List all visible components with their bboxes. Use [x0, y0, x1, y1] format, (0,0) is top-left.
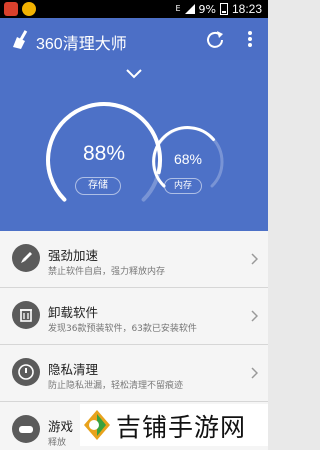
- list-item-subtitle: 防止隐私泄漏，轻松清理不留痕迹: [48, 381, 184, 391]
- list-item-subtitle: 禁止软件自启，强力释放内存: [48, 267, 166, 277]
- list-item-title: 隐私清理: [48, 362, 99, 377]
- notification-icons: [4, 2, 36, 16]
- list-item-subtitle: 发现36款预装软件，63款已安装软件: [48, 324, 197, 334]
- rocket-icon: [12, 244, 40, 272]
- trash-icon: [12, 301, 40, 329]
- list-item-privacy[interactable]: 隐私清理 防止隐私泄漏，轻松清理不留痕迹: [0, 345, 268, 402]
- gamepad-icon: [12, 415, 40, 443]
- battery-percent: 9%: [198, 2, 216, 16]
- hero-panel: 88% 存储 68% 内存: [0, 60, 268, 231]
- storage-label[interactable]: 存储: [75, 177, 121, 195]
- watermark-text: 吉铺手游网: [116, 413, 247, 442]
- storage-percent: 88%: [82, 142, 126, 165]
- memory-percent: 68%: [173, 151, 203, 167]
- list-item-speed-boost[interactable]: 强劲加速 禁止软件自启，强力释放内存: [0, 231, 268, 288]
- refresh-icon[interactable]: [204, 28, 226, 50]
- chevron-right-icon: [251, 367, 258, 379]
- screen: E 9% 18:23 360清理大师 88% 存储 68% 内存 强劲加速 禁止…: [0, 0, 268, 450]
- app-notification-icon: [4, 2, 18, 16]
- clock: 18:23: [231, 2, 262, 16]
- signal-icon: [184, 4, 195, 14]
- list-item-uninstall[interactable]: 卸载软件 发现36款预装软件，63款已安装软件: [0, 288, 268, 345]
- memory-label[interactable]: 内存: [164, 178, 202, 194]
- app-notification-icon-2: [22, 2, 36, 16]
- app-title: 360清理大师: [36, 36, 127, 53]
- watermark: 吉铺手游网: [80, 404, 268, 446]
- network-type: E: [175, 4, 181, 13]
- app-header: 360清理大师: [0, 18, 268, 60]
- battery-icon: [219, 3, 228, 15]
- privacy-lock-icon: [12, 358, 40, 386]
- list-item-title: 游戏: [48, 419, 74, 434]
- chevron-right-icon: [251, 253, 258, 265]
- broom-logo-icon: [13, 30, 28, 49]
- watermark-logo-icon: [84, 410, 110, 440]
- list-item-title: 卸载软件: [48, 305, 99, 320]
- status-indicators: E 9% 18:23: [175, 2, 262, 16]
- status-bar: E 9% 18:23: [0, 0, 268, 18]
- list-item-title: 强劲加速: [48, 248, 99, 263]
- list-item-subtitle: 释放: [48, 438, 67, 448]
- chevron-right-icon: [251, 310, 258, 322]
- more-vertical-icon[interactable]: [242, 28, 258, 50]
